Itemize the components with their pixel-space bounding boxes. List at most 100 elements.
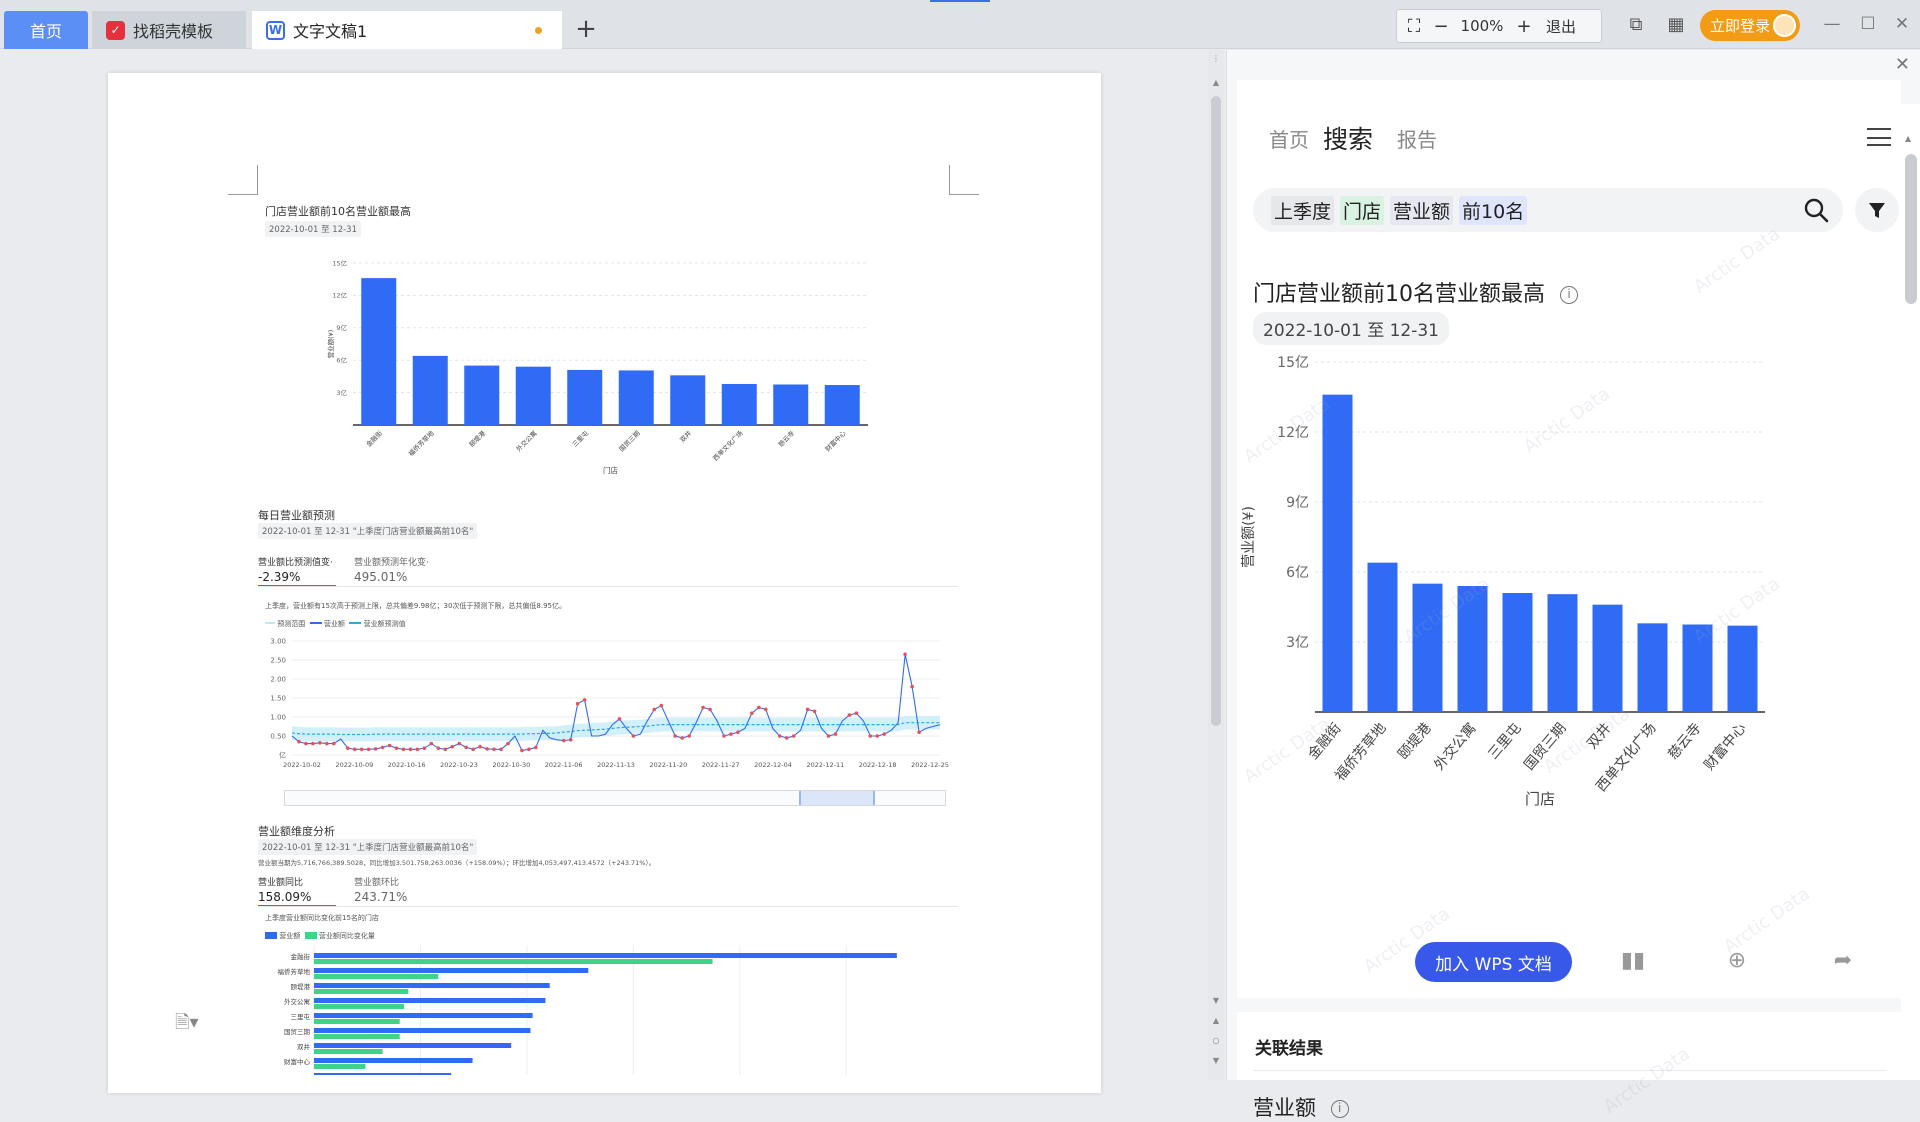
x-tick-label: 2022-10-09 bbox=[335, 761, 373, 769]
panel-nav-report[interactable]: 报告 bbox=[1397, 124, 1437, 153]
anomaly-point bbox=[882, 732, 887, 736]
bar bbox=[567, 369, 603, 425]
kpi-forecast-diff[interactable]: 营业额比预测值变· -2.39% bbox=[258, 555, 333, 584]
category-label: 颐堤港 bbox=[291, 982, 311, 991]
tab-daoke-templates[interactable]: ✓ 找稻壳模板 bbox=[92, 11, 246, 49]
token-measure[interactable]: 营业额 bbox=[1390, 195, 1454, 225]
category-label: 财富中心 bbox=[284, 1057, 311, 1066]
add-to-wps-button[interactable]: 加入 WPS 文档 bbox=[1415, 942, 1572, 982]
range-slider-window[interactable] bbox=[799, 791, 875, 805]
scroll-thumb[interactable] bbox=[1211, 96, 1221, 726]
single-page-view-icon[interactable]: ⧉ bbox=[1622, 13, 1650, 37]
anomaly-point bbox=[373, 747, 378, 751]
wps-writer-icon: W bbox=[266, 20, 285, 40]
grid-apps-icon[interactable]: ▦ bbox=[1662, 13, 1690, 37]
maximize-icon[interactable]: ☐ bbox=[1856, 12, 1880, 36]
prev-page-icon[interactable]: ▲ bbox=[1208, 1016, 1224, 1025]
category-label: 外交公寓 bbox=[284, 997, 310, 1006]
panel-nav-search[interactable]: 搜索 bbox=[1323, 120, 1373, 156]
anomaly-point bbox=[582, 698, 587, 702]
zoom-out-button[interactable]: − bbox=[1431, 16, 1451, 37]
tab-document[interactable]: W 文字文稿1 bbox=[252, 11, 562, 49]
minimize-icon[interactable]: — bbox=[1820, 12, 1844, 36]
bar bbox=[1637, 623, 1668, 712]
tab-home[interactable]: 首页 bbox=[4, 11, 88, 49]
next-page-icon[interactable]: ▼ bbox=[1208, 1056, 1224, 1065]
document-float-icon[interactable]: 🗎▾ bbox=[175, 1010, 199, 1040]
y-tick-label: 15亿 bbox=[332, 258, 347, 267]
token-time[interactable]: 上季度 bbox=[1271, 195, 1335, 225]
document-scrollbar[interactable]: ⋮ ▲ ▼ ▲ ○ ▼ bbox=[1208, 50, 1224, 1080]
exit-button[interactable]: 退出 bbox=[1535, 16, 1587, 37]
anomaly-point bbox=[917, 730, 921, 734]
x-tick-label: 2022-11-20 bbox=[649, 761, 687, 769]
panel-nav-home[interactable]: 首页 bbox=[1269, 124, 1309, 153]
forecast-range-slider[interactable] bbox=[284, 790, 946, 806]
crop-mark-right bbox=[949, 165, 979, 195]
fit-screen-icon[interactable]: ⛶ bbox=[1397, 16, 1431, 37]
panel-menu-icon[interactable] bbox=[1867, 128, 1891, 146]
anomaly-point bbox=[422, 746, 427, 750]
kpi-forecast-annual-label: 营业额预测年化变· bbox=[354, 558, 429, 568]
y-tick-label: 6亿 bbox=[1286, 565, 1309, 581]
kpi-forecast-diff-label: 营业额比预测值变· bbox=[258, 558, 333, 568]
panel-close-icon[interactable]: ✕ bbox=[1895, 54, 1910, 75]
x-tick-label: 外交公寓 bbox=[1431, 720, 1480, 774]
anomaly-point bbox=[673, 734, 678, 738]
kpi-mom-label: 营业额环比 bbox=[354, 878, 400, 888]
bar bbox=[773, 384, 809, 425]
document-page[interactable]: 门店营业额前10名营业额最高 2022-10-01 至 12-31 3亿 6亿 9亿… bbox=[108, 73, 1101, 1093]
kpi-mom[interactable]: 营业额环比 243.71% bbox=[354, 875, 407, 904]
anomaly-point bbox=[520, 748, 524, 753]
new-tab-button[interactable]: + bbox=[574, 14, 598, 44]
bar bbox=[618, 370, 654, 425]
anomaly-point bbox=[826, 734, 831, 738]
share-icon[interactable]: ➦ bbox=[1829, 948, 1857, 976]
select-browse-icon[interactable]: ○ bbox=[1208, 1036, 1224, 1045]
token-dimension[interactable]: 门店 bbox=[1340, 195, 1385, 225]
zoom-control: ⛶ − 100% + 退出 bbox=[1396, 9, 1602, 43]
search-icon[interactable] bbox=[1803, 197, 1829, 223]
panel-scroll-thumb[interactable] bbox=[1905, 154, 1917, 304]
related-measure[interactable]: 营业额 i bbox=[1253, 1092, 1349, 1122]
kpi-forecast-annual[interactable]: 营业额预测年化变· 495.01% bbox=[354, 555, 429, 584]
zoom-in-button[interactable]: + bbox=[1513, 16, 1535, 37]
panel-scrollbar[interactable]: ▲ bbox=[1901, 104, 1920, 1080]
y-axis-label: 营业额(¥) bbox=[1241, 506, 1257, 568]
forecast-legend: 预测范围 营业额 营业额预测值 bbox=[265, 619, 406, 629]
scroll-up-arrow[interactable]: ▲ bbox=[1208, 78, 1224, 87]
anomaly-point bbox=[429, 741, 434, 746]
anomaly-point bbox=[527, 747, 531, 752]
x-tick-label: 2022-10-30 bbox=[492, 761, 530, 769]
doc-forecast-line-chart: 亿 0.50 1.00 1.50 2.00 2.50 3.00 2022-10-02 2022-… bbox=[270, 638, 948, 770]
scroll-handle-icon[interactable]: ⋮ bbox=[1208, 54, 1224, 63]
search-input[interactable]: 上季度 门店 营业额 前10名 bbox=[1253, 188, 1843, 232]
x-tick-label: 2022-10-16 bbox=[388, 761, 426, 769]
tab-document-label: 文字文稿1 bbox=[293, 22, 368, 41]
y-tick-label: 2.50 bbox=[270, 657, 286, 665]
chart-type-icon[interactable]: ▮▮ bbox=[1619, 948, 1647, 976]
panel-scroll-up[interactable]: ▲ bbox=[1905, 134, 1911, 143]
bar-revenue bbox=[314, 983, 550, 988]
token-rank[interactable]: 前10名 bbox=[1459, 195, 1528, 225]
anomaly-point bbox=[450, 744, 455, 749]
info-icon[interactable]: i bbox=[1560, 286, 1578, 304]
panel-bar-chart: 3亿6亿9亿12亿15亿金融街福侨芳草地 颐堤港外交公寓 三里屯国贸三期 双井西单文化… bbox=[1241, 355, 1765, 808]
bar bbox=[1502, 593, 1533, 712]
filter-button[interactable] bbox=[1855, 188, 1899, 232]
kpi-yoy[interactable]: 营业额同比 158.09% bbox=[258, 875, 311, 904]
close-window-icon[interactable]: ✕ bbox=[1890, 12, 1914, 36]
login-button[interactable]: 立即登录 bbox=[1700, 10, 1800, 41]
anomaly-point bbox=[401, 747, 406, 752]
x-tick-label: 国贸三期 bbox=[617, 428, 642, 453]
anomaly-point bbox=[764, 707, 768, 712]
anomaly-point bbox=[687, 734, 691, 738]
scroll-down-arrow[interactable]: ▼ bbox=[1208, 996, 1224, 1005]
anomaly-point bbox=[791, 734, 796, 738]
panel-card: 首页 搜索 报告 上季度 门店 营业额 前10名 门店营业额前10名营业额最高 … bbox=[1237, 80, 1901, 1120]
related-info-icon[interactable]: i bbox=[1330, 1100, 1349, 1118]
category-label: 双井 bbox=[297, 1042, 311, 1051]
x-tick-label: 财富中心 bbox=[1701, 720, 1750, 774]
anomaly-point bbox=[722, 734, 726, 738]
search-panel: ✕ 首页 搜索 报告 上季度 门店 营业额 前10名 门店营业额前10名营业额最… bbox=[1226, 50, 1920, 1120]
